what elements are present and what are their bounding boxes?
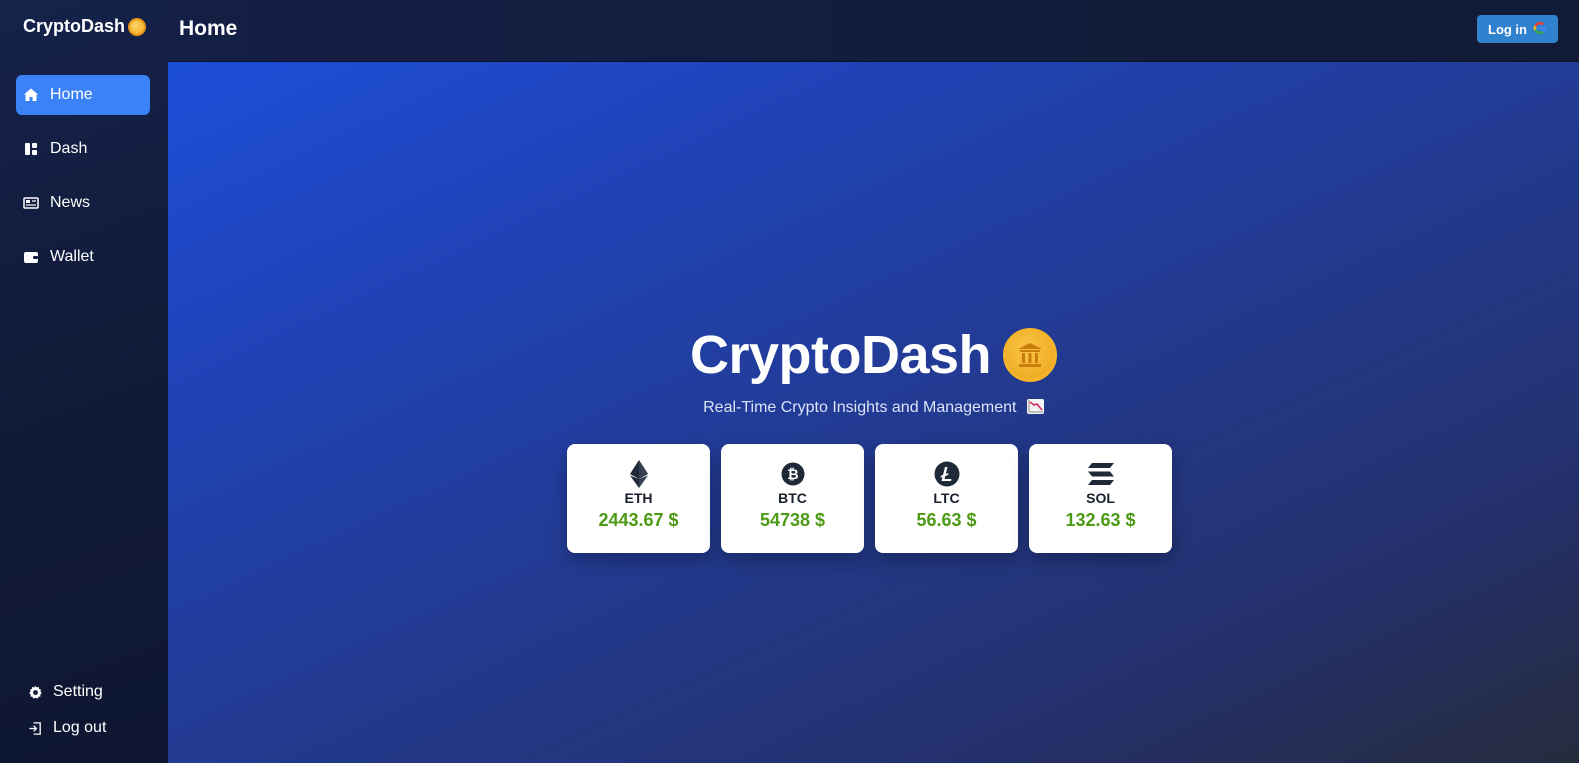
card-symbol: BTC — [778, 490, 807, 506]
coin-icon — [128, 17, 147, 36]
card-symbol: LTC — [933, 490, 960, 506]
hero-title-text: CryptoDash — [689, 325, 992, 385]
bitcoin-icon: ₿ — [779, 460, 807, 488]
card-price: 54738 $ — [759, 510, 826, 530]
sidebar-item-label: Wallet — [50, 248, 94, 265]
google-icon — [1533, 21, 1547, 38]
price-card-sol[interactable]: SOL 132.63 $ — [1029, 444, 1172, 553]
price-card-eth[interactable]: ETH 2443.67 $ — [567, 444, 710, 553]
ethereum-icon — [625, 460, 653, 488]
wallet-icon — [23, 249, 39, 265]
login-button[interactable]: Log in — [1477, 15, 1558, 43]
sidebar-item-home[interactable]: Home — [16, 75, 150, 115]
price-card-ltc[interactable]: LTC 56.63 $ — [875, 444, 1018, 553]
card-price: 132.63 $ — [1065, 510, 1136, 530]
gear-icon — [27, 684, 43, 700]
svg-text:₿: ₿ — [787, 467, 798, 483]
setting-link[interactable]: Setting — [27, 680, 106, 704]
logout-icon — [27, 720, 43, 736]
page-title: Home — [179, 17, 238, 40]
price-cards: ETH 2443.67 $ ₿ BTC 54738 $ LTC 56.63 $ — [567, 444, 1172, 553]
hero-subtitle-text: Real-Time Crypto Insights and Management — [703, 399, 1017, 416]
setting-label: Setting — [53, 683, 103, 700]
sidebar-item-wallet[interactable]: Wallet — [16, 237, 150, 277]
brand-name: CryptoDash — [23, 16, 126, 36]
sidebar: CryptoDash Home Dash News Wallet Setting… — [0, 0, 168, 763]
sidebar-bottom: Setting Log out — [27, 680, 106, 752]
home-icon — [23, 87, 39, 103]
newspaper-icon — [23, 195, 39, 211]
card-symbol: ETH — [624, 490, 653, 506]
sidebar-item-dash[interactable]: Dash — [16, 129, 150, 169]
card-price: 2443.67 $ — [598, 510, 679, 530]
bank-coin-icon — [1003, 328, 1058, 382]
card-price: 56.63 $ — [916, 510, 977, 530]
brand-logo[interactable]: CryptoDash — [23, 16, 147, 37]
sidebar-item-label: Home — [50, 86, 93, 103]
solana-icon — [1087, 460, 1115, 488]
litecoin-icon — [933, 460, 961, 488]
hero-subtitle: Real-Time Crypto Insights and Management — [168, 399, 1579, 417]
sidebar-item-label: News — [50, 194, 91, 211]
logout-label: Log out — [53, 719, 107, 736]
chart-decreasing-icon — [1026, 399, 1044, 414]
dashboard-icon — [23, 141, 39, 157]
hero-section: CryptoDash Real-Time Crypto Insights and… — [168, 62, 1579, 763]
hero-title: CryptoDash — [168, 324, 1579, 386]
sidebar-item-label: Dash — [50, 140, 88, 157]
price-card-btc[interactable]: ₿ BTC 54738 $ — [721, 444, 864, 553]
login-label: Log in — [1488, 21, 1527, 37]
header: Home Log in — [168, 0, 1579, 62]
card-symbol: SOL — [1086, 490, 1115, 506]
sidebar-item-news[interactable]: News — [16, 183, 150, 223]
logout-link[interactable]: Log out — [27, 716, 106, 740]
sidebar-nav: Home Dash News Wallet — [16, 75, 150, 291]
